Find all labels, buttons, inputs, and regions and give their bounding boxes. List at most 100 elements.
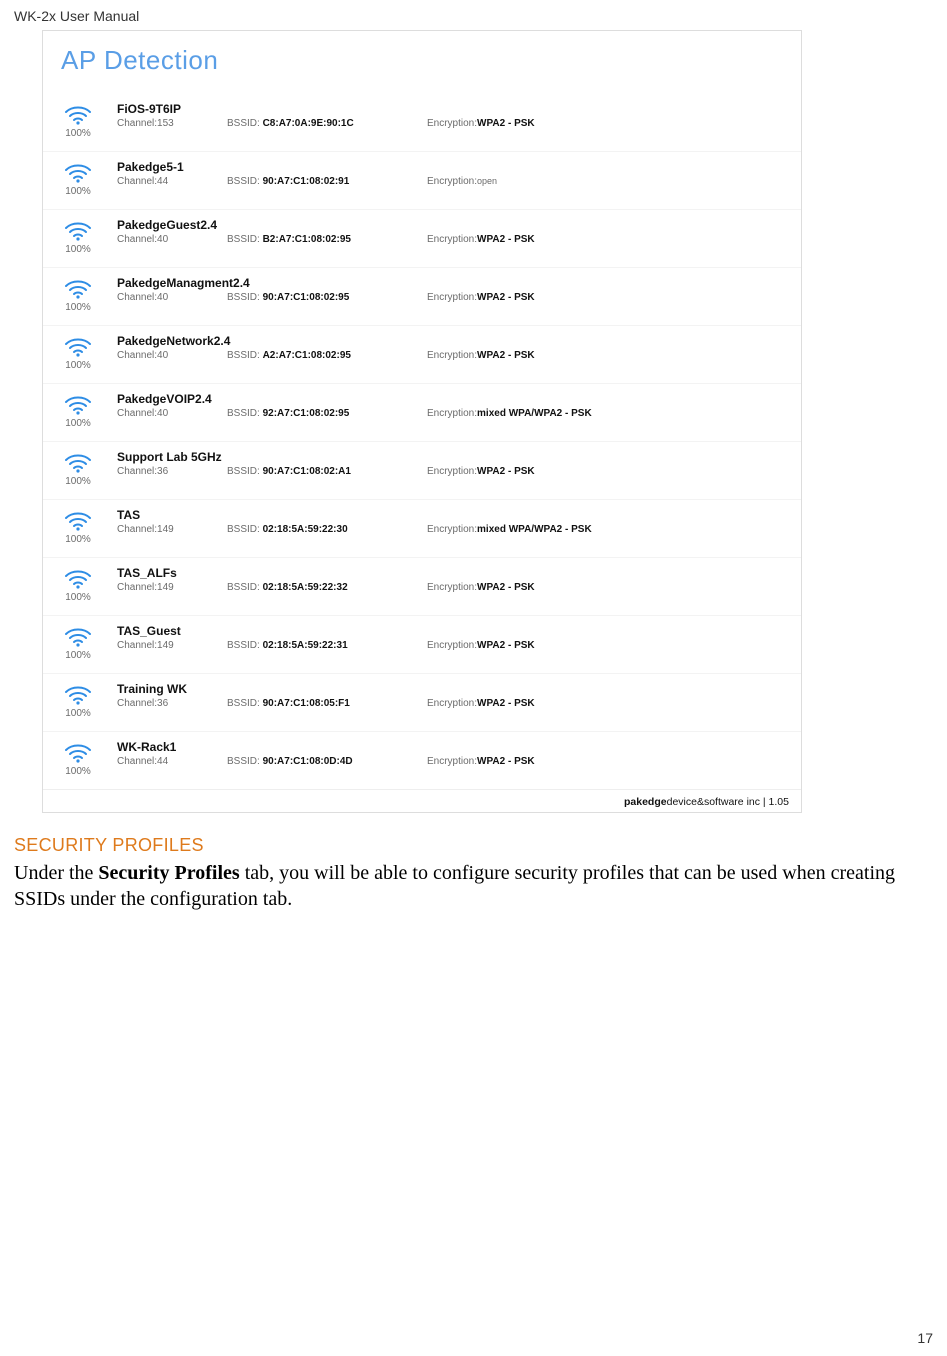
network-cell: PakedgeManagment2.4Channel:40BSSID: 90:A… xyxy=(113,268,423,326)
encryption-label: Encryption: xyxy=(427,292,477,303)
wifi-icon xyxy=(64,742,92,764)
doc-header: WK-2x User Manual xyxy=(14,8,933,24)
signal-cell: 100% xyxy=(43,152,113,210)
bssid-label: BSSID: xyxy=(227,466,263,477)
channel-label: Channel: xyxy=(117,756,157,767)
signal-cell: 100% xyxy=(43,616,113,674)
encryption-label: Encryption: xyxy=(427,582,477,593)
ap-list-row: 100%WK-Rack1Channel:44BSSID: 90:A7:C1:08… xyxy=(43,732,801,790)
channel-label: Channel: xyxy=(117,582,157,593)
ssid-name: PakedgeManagment2.4 xyxy=(117,276,419,290)
channel-label: Channel: xyxy=(117,524,157,535)
encryption-value: WPA2 - PSK xyxy=(477,698,535,709)
network-cell: Training WKChannel:36BSSID: 90:A7:C1:08:… xyxy=(113,674,423,732)
channel-value: 36 xyxy=(157,698,168,709)
wifi-icon xyxy=(64,162,92,184)
bssid-value: 90:A7:C1:08:0D:4D xyxy=(263,756,353,767)
ssid-name: TAS_Guest xyxy=(117,624,419,638)
bssid-label: BSSID: xyxy=(227,408,263,419)
channel-value: 149 xyxy=(157,582,174,593)
encryption-value: WPA2 - PSK xyxy=(477,234,535,245)
wifi-icon xyxy=(64,104,92,126)
network-cell: TAS_GuestChannel:149BSSID: 02:18:5A:59:2… xyxy=(113,616,423,674)
bssid-value: 02:18:5A:59:22:30 xyxy=(263,524,348,535)
signal-cell: 100% xyxy=(43,94,113,152)
encryption-value: WPA2 - PSK xyxy=(477,466,535,477)
bssid-label: BSSID: xyxy=(227,118,263,129)
encryption-value: mixed WPA/WPA2 - PSK xyxy=(477,524,592,535)
network-cell: TASChannel:149BSSID: 02:18:5A:59:22:30 xyxy=(113,500,423,558)
bssid-value: A2:A7:C1:08:02:95 xyxy=(263,350,351,361)
ap-list-row: 100%Pakedge5-1Channel:44BSSID: 90:A7:C1:… xyxy=(43,152,801,210)
ssid-name: Training WK xyxy=(117,682,419,696)
ssid-name: TAS xyxy=(117,508,419,522)
encryption-cell: Encryption:WPA2 - PSK xyxy=(423,326,801,384)
signal-strength: 100% xyxy=(65,592,91,603)
encryption-label: Encryption: xyxy=(427,118,477,129)
signal-strength: 100% xyxy=(65,476,91,487)
channel-label: Channel: xyxy=(117,176,157,187)
bssid-value: 90:A7:C1:08:05:F1 xyxy=(263,698,350,709)
ssid-name: PakedgeNetwork2.4 xyxy=(117,334,419,348)
encryption-value: WPA2 - PSK xyxy=(477,582,535,593)
ap-list-row: 100%PakedgeManagment2.4Channel:40BSSID: … xyxy=(43,268,801,326)
bssid-value: B2:A7:C1:08:02:95 xyxy=(263,234,351,245)
encryption-label: Encryption: xyxy=(427,756,477,767)
channel-label: Channel: xyxy=(117,408,157,419)
signal-cell: 100% xyxy=(43,442,113,500)
channel-value: 153 xyxy=(157,118,174,129)
wifi-icon xyxy=(64,394,92,416)
signal-cell: 100% xyxy=(43,500,113,558)
network-cell: TAS_ALFsChannel:149BSSID: 02:18:5A:59:22… xyxy=(113,558,423,616)
ssid-name: PakedgeGuest2.4 xyxy=(117,218,419,232)
network-cell: Support Lab 5GHzChannel:36BSSID: 90:A7:C… xyxy=(113,442,423,500)
encryption-label: Encryption: xyxy=(427,698,477,709)
encryption-value: WPA2 - PSK xyxy=(477,292,535,303)
screenshot-footer: pakedgedevice&software inc | 1.05 xyxy=(43,789,801,812)
channel-value: 44 xyxy=(157,176,168,187)
network-cell: Pakedge5-1Channel:44BSSID: 90:A7:C1:08:0… xyxy=(113,152,423,210)
wifi-icon xyxy=(64,510,92,532)
bssid-label: BSSID: xyxy=(227,234,263,245)
ap-list-row: 100%PakedgeGuest2.4Channel:40BSSID: B2:A… xyxy=(43,210,801,268)
bssid-value: 02:18:5A:59:22:31 xyxy=(263,640,348,651)
channel-value: 44 xyxy=(157,756,168,767)
encryption-cell: Encryption:open xyxy=(423,152,801,210)
network-cell: WK-Rack1Channel:44BSSID: 90:A7:C1:08:0D:… xyxy=(113,732,423,790)
security-profiles-heading: SECURITY PROFILES xyxy=(14,835,933,856)
bssid-value: 90:A7:C1:08:02:A1 xyxy=(263,466,351,477)
ssid-name: TAS_ALFs xyxy=(117,566,419,580)
ap-list-row: 100%TASChannel:149BSSID: 02:18:5A:59:22:… xyxy=(43,500,801,558)
channel-value: 149 xyxy=(157,640,174,651)
panel-title: AP Detection xyxy=(43,31,801,94)
network-cell: PakedgeNetwork2.4Channel:40BSSID: A2:A7:… xyxy=(113,326,423,384)
signal-cell: 100% xyxy=(43,326,113,384)
encryption-label: Encryption: xyxy=(427,524,477,535)
wifi-icon xyxy=(64,684,92,706)
signal-cell: 100% xyxy=(43,210,113,268)
channel-label: Channel: xyxy=(117,292,157,303)
ap-list-table: 100%FiOS-9T6IPChannel:153BSSID: C8:A7:0A… xyxy=(43,94,801,789)
encryption-value: WPA2 - PSK xyxy=(477,350,535,361)
wifi-icon xyxy=(64,452,92,474)
encryption-cell: Encryption:WPA2 - PSK xyxy=(423,558,801,616)
encryption-label: Encryption: xyxy=(427,466,477,477)
bssid-value: 02:18:5A:59:22:32 xyxy=(263,582,348,593)
encryption-label: Encryption: xyxy=(427,176,477,187)
encryption-cell: Encryption:WPA2 - PSK xyxy=(423,674,801,732)
signal-cell: 100% xyxy=(43,384,113,442)
page-number: 17 xyxy=(917,1330,933,1346)
ssid-name: WK-Rack1 xyxy=(117,740,419,754)
network-cell: PakedgeVOIP2.4Channel:40BSSID: 92:A7:C1:… xyxy=(113,384,423,442)
ap-list-row: 100%TAS_GuestChannel:149BSSID: 02:18:5A:… xyxy=(43,616,801,674)
ssid-name: Support Lab 5GHz xyxy=(117,450,419,464)
signal-strength: 100% xyxy=(65,244,91,255)
encryption-value: WPA2 - PSK xyxy=(477,756,535,767)
bssid-label: BSSID: xyxy=(227,698,263,709)
encryption-value: mixed WPA/WPA2 - PSK xyxy=(477,408,592,419)
encryption-value: WPA2 - PSK xyxy=(477,640,535,651)
bssid-value: 90:A7:C1:08:02:91 xyxy=(263,176,350,187)
encryption-cell: Encryption:WPA2 - PSK xyxy=(423,94,801,152)
encryption-label: Encryption: xyxy=(427,350,477,361)
channel-label: Channel: xyxy=(117,350,157,361)
